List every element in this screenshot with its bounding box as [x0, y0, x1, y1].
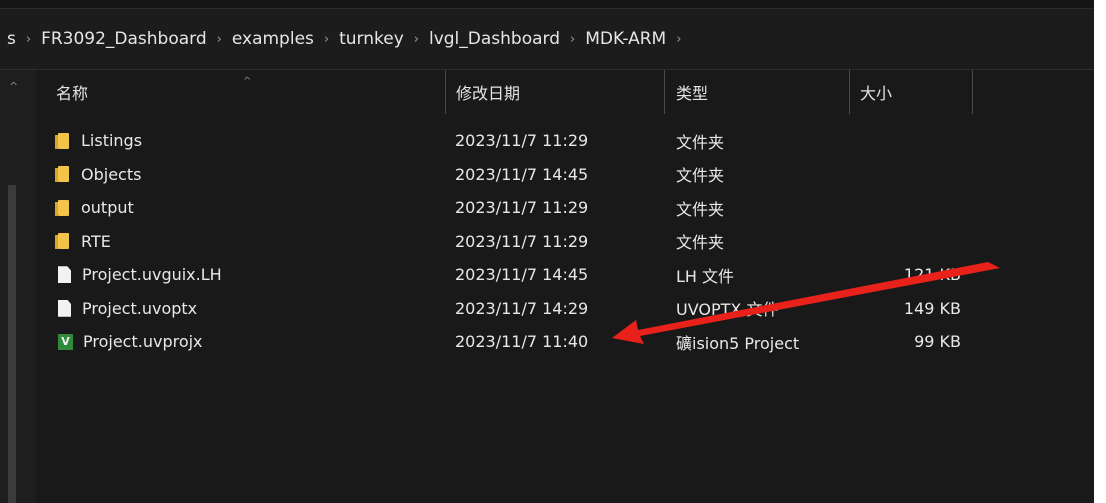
file-name: Project.uvprojx	[83, 332, 203, 352]
file-type: LH 文件	[676, 266, 735, 286]
file-date: 2023/11/7 11:29	[455, 231, 589, 251]
file-row-listings[interactable]: Listings 2023/11/7 11:29 文件夹	[36, 124, 1094, 158]
file-date: 2023/11/7 11:40	[455, 332, 589, 352]
file-size	[861, 124, 961, 158]
file-explorer-window: s › FR3092_Dashboard › examples › turnke…	[0, 0, 1094, 503]
column-header-name-label: 名称	[56, 84, 89, 103]
breadcrumb-item-2[interactable]: examples	[229, 29, 317, 49]
chevron-right-icon[interactable]: ›	[563, 32, 582, 47]
breadcrumb: s › FR3092_Dashboard › examples › turnke…	[4, 29, 688, 49]
file-row-output[interactable]: output 2023/11/7 11:29 文件夹	[36, 191, 1094, 225]
breadcrumb-item-1[interactable]: FR3092_Dashboard	[38, 29, 210, 49]
scroll-up-icon[interactable]: ^	[9, 80, 18, 93]
file-type: UVOPTX 文件	[676, 300, 779, 320]
file-name: output	[81, 198, 134, 218]
column-header: 名称 ^ 修改日期 类型 大小	[36, 70, 1094, 114]
file-name: Listings	[81, 131, 143, 151]
file-row-objects[interactable]: Objects 2023/11/7 14:45 文件夹	[36, 158, 1094, 192]
file-icon	[58, 299, 71, 317]
file-date: 2023/11/7 14:45	[455, 265, 589, 285]
file-name-cell: Objects	[55, 158, 142, 192]
file-type: 文件夹	[676, 199, 725, 219]
breadcrumb-item-4[interactable]: lvgl_Dashboard	[426, 29, 563, 49]
file-type: 礦ision5 Project	[676, 333, 800, 353]
column-header-date[interactable]: 修改日期	[446, 70, 665, 114]
file-date: 2023/11/7 11:29	[455, 131, 589, 151]
column-header-type-label: 类型	[676, 84, 709, 103]
file-name: Objects	[81, 164, 142, 184]
column-header-name[interactable]: 名称 ^	[36, 70, 446, 114]
file-type: 文件夹	[676, 233, 725, 253]
file-name: Project.uvguix.LH	[82, 265, 222, 285]
file-row-uvguix[interactable]: Project.uvguix.LH 2023/11/7 14:45 LH 文件 …	[36, 258, 1094, 292]
chevron-right-icon[interactable]: ›	[669, 32, 688, 47]
folder-icon	[55, 233, 69, 250]
file-row-rte[interactable]: RTE 2023/11/7 11:29 文件夹	[36, 225, 1094, 259]
file-name-cell: Listings	[55, 124, 143, 158]
file-size: 121 KB	[903, 265, 961, 285]
file-size: 99 KB	[914, 332, 961, 352]
column-header-date-label: 修改日期	[456, 84, 521, 103]
folder-icon	[55, 199, 69, 216]
file-name-cell: Project.uvoptx	[58, 292, 197, 326]
file-type: 文件夹	[676, 132, 725, 152]
file-list: Listings 2023/11/7 11:29 文件夹 Objects 202…	[36, 124, 1094, 359]
file-name-cell: output	[55, 191, 134, 225]
chevron-right-icon[interactable]: ›	[407, 32, 426, 47]
file-row-uvprojx[interactable]: V Project.uvprojx 2023/11/7 11:40 礦ision…	[36, 325, 1094, 359]
file-date: 2023/11/7 11:29	[455, 198, 589, 218]
file-name: Project.uvoptx	[82, 298, 198, 318]
file-size	[861, 158, 961, 192]
column-header-size[interactable]: 大小	[850, 70, 973, 114]
file-size	[861, 191, 961, 225]
file-name: RTE	[81, 231, 111, 251]
chevron-right-icon[interactable]: ›	[210, 32, 229, 47]
column-header-size-label: 大小	[860, 84, 893, 103]
chevron-right-icon[interactable]: ›	[317, 32, 336, 47]
breadcrumb-item-3[interactable]: turnkey	[336, 29, 407, 49]
scrollbar-thumb[interactable]	[8, 185, 16, 503]
file-size: 149 KB	[903, 298, 961, 318]
uvision-project-icon: V	[58, 333, 73, 350]
file-row-uvoptx[interactable]: Project.uvoptx 2023/11/7 14:29 UVOPTX 文件…	[36, 292, 1094, 326]
nav-pane-scrollbar[interactable]: ^	[0, 70, 36, 503]
breadcrumb-item-0[interactable]: s	[4, 29, 19, 49]
file-type: 文件夹	[676, 166, 725, 186]
file-name-cell: RTE	[55, 225, 111, 259]
file-date: 2023/11/7 14:29	[455, 298, 589, 318]
chevron-right-icon[interactable]: ›	[19, 32, 38, 47]
column-header-type[interactable]: 类型	[665, 70, 850, 114]
file-size	[861, 225, 961, 259]
folder-icon	[55, 132, 69, 149]
folder-icon	[55, 166, 69, 183]
file-date: 2023/11/7 14:45	[455, 164, 589, 184]
title-strip	[0, 0, 1094, 9]
file-icon	[58, 266, 71, 284]
file-name-cell: Project.uvguix.LH	[58, 258, 222, 292]
breadcrumb-item-5[interactable]: MDK-ARM	[582, 29, 669, 49]
file-name-cell: V Project.uvprojx	[58, 325, 203, 359]
address-bar[interactable]: s › FR3092_Dashboard › examples › turnke…	[0, 9, 1094, 70]
sort-ascending-icon: ^	[243, 76, 252, 87]
